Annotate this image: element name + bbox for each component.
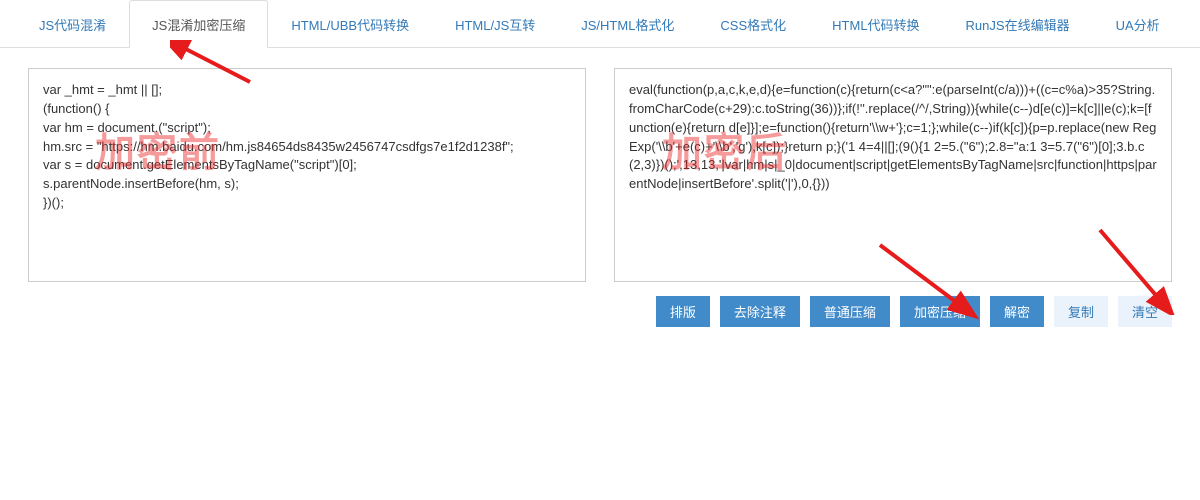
remove-comments-button[interactable]: 去除注释 [720,296,800,327]
tabs-bar: JS代码混淆 JS混淆加密压缩 HTML/UBB代码转换 HTML/JS互转 J… [0,0,1200,48]
tab-js-obfuscate[interactable]: JS代码混淆 [16,0,129,47]
tab-css-format[interactable]: CSS格式化 [697,0,809,47]
input-code-textarea[interactable] [28,68,586,282]
tab-runjs[interactable]: RunJS在线编辑器 [943,0,1093,47]
button-row: 排版 去除注释 普通压缩 加密压缩 解密 复制 清空 [0,282,1200,327]
clear-button[interactable]: 清空 [1118,296,1172,327]
tab-html-js[interactable]: HTML/JS互转 [432,0,558,47]
tab-js-html-format[interactable]: JS/HTML格式化 [558,0,697,47]
tab-html-convert[interactable]: HTML代码转换 [809,0,942,47]
content-area [0,48,1200,282]
tab-js-encrypt-compress[interactable]: JS混淆加密压缩 [129,0,268,48]
tab-ua[interactable]: UA分析 [1093,0,1183,47]
encrypt-compress-button[interactable]: 加密压缩 [900,296,980,327]
tab-html-ubb[interactable]: HTML/UBB代码转换 [268,0,432,47]
decrypt-button[interactable]: 解密 [990,296,1044,327]
format-button[interactable]: 排版 [656,296,710,327]
output-code-textarea[interactable] [614,68,1172,282]
copy-button[interactable]: 复制 [1054,296,1108,327]
normal-compress-button[interactable]: 普通压缩 [810,296,890,327]
